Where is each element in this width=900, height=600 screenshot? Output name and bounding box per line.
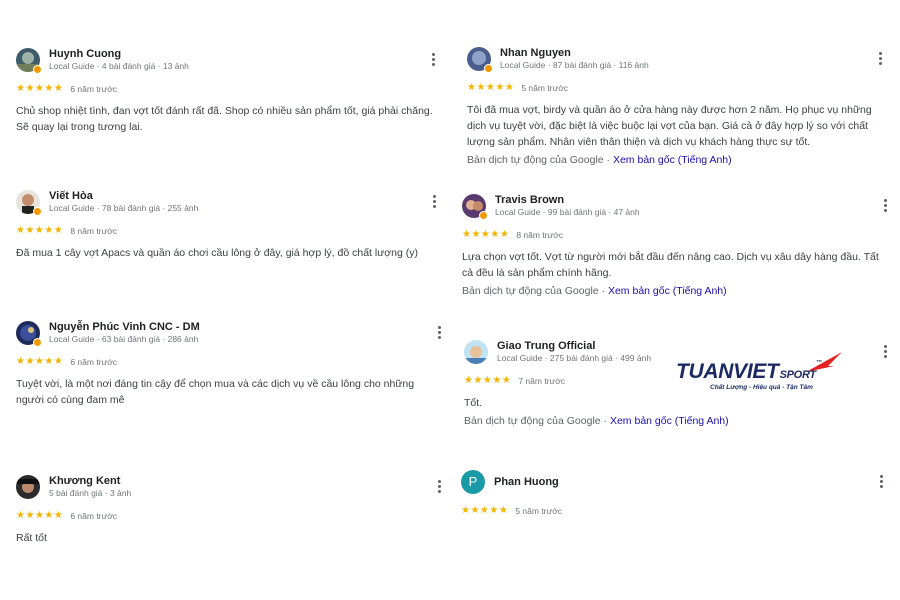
reviewer-meta: Local Guide · 87 bài đánh giá · 116 ảnh — [500, 60, 649, 70]
reviewer-name[interactable]: Viết Hòa — [49, 190, 93, 202]
translation-label: Bản dịch tự động của Google · — [467, 154, 613, 166]
review-card: Nhan Nguyen Local Guide · 87 bài đánh gi… — [467, 47, 885, 166]
local-guide-badge-icon — [484, 64, 493, 73]
review-time: 6 năm trước — [70, 357, 118, 367]
reviewer-meta: Local Guide · 275 bài đánh giá · 499 ảnh — [497, 353, 652, 363]
star-rating: ★★★★★ — [464, 375, 512, 386]
review-card: P Phan Huong ★★★★★ 5 năm trước — [461, 470, 886, 518]
translation-note: Bản dịch tự động của Google · Xem bản gố… — [462, 285, 892, 297]
translation-label: Bản dịch tự động của Google · — [462, 285, 608, 297]
logo-sport: SPORT — [779, 369, 817, 381]
review-card: Travis Brown Local Guide · 99 bài đánh g… — [462, 194, 892, 297]
logo-slogan: Chất Lượng - Hiệu quả - Tận Tâm — [710, 384, 813, 391]
review-time: 6 năm trước — [70, 84, 118, 94]
logo-tm: ™ — [815, 360, 822, 366]
local-guide-badge-icon — [33, 65, 42, 74]
reviewer-name[interactable]: Phan Huong — [494, 476, 559, 488]
reviewer-meta: 5 bài đánh giá · 3 ảnh — [49, 488, 132, 498]
more-options-icon[interactable] — [433, 479, 445, 495]
more-options-icon[interactable] — [427, 52, 439, 68]
review-text: Tôi đã mua vợt, birdy và quần áo ở cửa h… — [467, 104, 872, 148]
reviewer-name[interactable]: Huynh Cuong — [49, 48, 121, 60]
star-rating: ★★★★★ — [16, 225, 64, 236]
more-options-icon[interactable] — [874, 51, 886, 67]
more-options-icon[interactable] — [879, 198, 891, 214]
review-time: 5 năm trước — [521, 83, 569, 93]
reviewer-name[interactable]: Nguyễn Phúc Vinh CNC - DM — [49, 321, 200, 333]
review-text: Đã mua 1 cây vợt Apacs và quần áo chơi c… — [16, 247, 418, 259]
review-time: 6 năm trước — [70, 511, 118, 521]
review-card: Viết Hòa Local Guide · 78 bài đánh giá ·… — [16, 190, 441, 261]
more-options-icon[interactable] — [875, 474, 887, 490]
review-card: Huynh Cuong Local Guide · 4 bài đánh giá… — [16, 48, 436, 135]
avatar[interactable]: P — [461, 470, 485, 494]
view-original-link[interactable]: Xem bản gốc (Tiếng Anh) — [613, 154, 732, 166]
translation-note: Bản dịch tự động của Google · Xem bản gố… — [464, 415, 892, 427]
more-options-icon[interactable] — [428, 194, 440, 210]
star-rating: ★★★★★ — [467, 82, 515, 93]
review-time: 5 năm trước — [515, 506, 563, 516]
logo-brand-text: TUANVIETSPORT ™ — [676, 360, 822, 384]
review-time: 8 năm trước — [516, 230, 564, 240]
review-text: Rất tốt — [16, 532, 47, 544]
reviewer-meta: Local Guide · 63 bài đánh giá · 286 ảnh — [49, 334, 199, 344]
more-options-icon[interactable] — [433, 325, 445, 341]
review-text: Tuyệt vời, là một nơi đáng tin cậy để ch… — [16, 378, 415, 406]
local-guide-badge-icon — [33, 207, 42, 216]
view-original-link[interactable]: Xem bản gốc (Tiếng Anh) — [610, 415, 729, 427]
avatar[interactable] — [16, 475, 40, 499]
avatar[interactable] — [464, 340, 488, 364]
reviewer-meta: Local Guide · 99 bài đánh giá · 47 ảnh — [495, 207, 640, 217]
review-time: 8 năm trước — [70, 226, 118, 236]
star-rating: ★★★★★ — [16, 356, 64, 367]
reviewer-meta: Local Guide · 78 bài đánh giá · 255 ảnh — [49, 203, 199, 213]
review-text: Tốt. — [464, 397, 483, 409]
tuanviet-sport-logo: TUANVIETSPORT ™ Chất Lượng - Hiệu quả - T… — [676, 350, 846, 396]
logo-brand: TUANVIET — [676, 360, 779, 383]
star-rating: ★★★★★ — [16, 510, 64, 521]
reviewer-name[interactable]: Nhan Nguyen — [500, 47, 571, 59]
star-rating: ★★★★★ — [16, 83, 64, 94]
local-guide-badge-icon — [479, 211, 488, 220]
more-options-icon[interactable] — [879, 344, 891, 360]
star-rating: ★★★★★ — [461, 505, 509, 516]
review-text: Chủ shop nhiệt tình, đan vợt tốt đánh rấ… — [16, 105, 433, 133]
review-card: Khương Kent 5 bài đánh giá · 3 ảnh ★★★★★… — [16, 475, 446, 546]
reviewer-name[interactable]: Giao Trung Official — [497, 340, 595, 352]
reviewer-name[interactable]: Khương Kent — [49, 475, 120, 487]
translation-label: Bản dịch tự động của Google · — [464, 415, 610, 427]
review-text: Lựa chọn vợt tốt. Vợt từ người mới bắt đ… — [462, 251, 879, 279]
local-guide-badge-icon — [33, 338, 42, 347]
review-time: 7 năm trước — [518, 376, 566, 386]
translation-note: Bản dịch tự động của Google · Xem bản gố… — [467, 154, 885, 166]
review-card: Nguyễn Phúc Vinh CNC - DM Local Guide · … — [16, 321, 446, 408]
star-rating: ★★★★★ — [462, 229, 510, 240]
view-original-link[interactable]: Xem bản gốc (Tiếng Anh) — [608, 285, 727, 297]
reviewer-meta: Local Guide · 4 bài đánh giá · 13 ảnh — [49, 61, 189, 71]
reviewer-name[interactable]: Travis Brown — [495, 194, 564, 206]
